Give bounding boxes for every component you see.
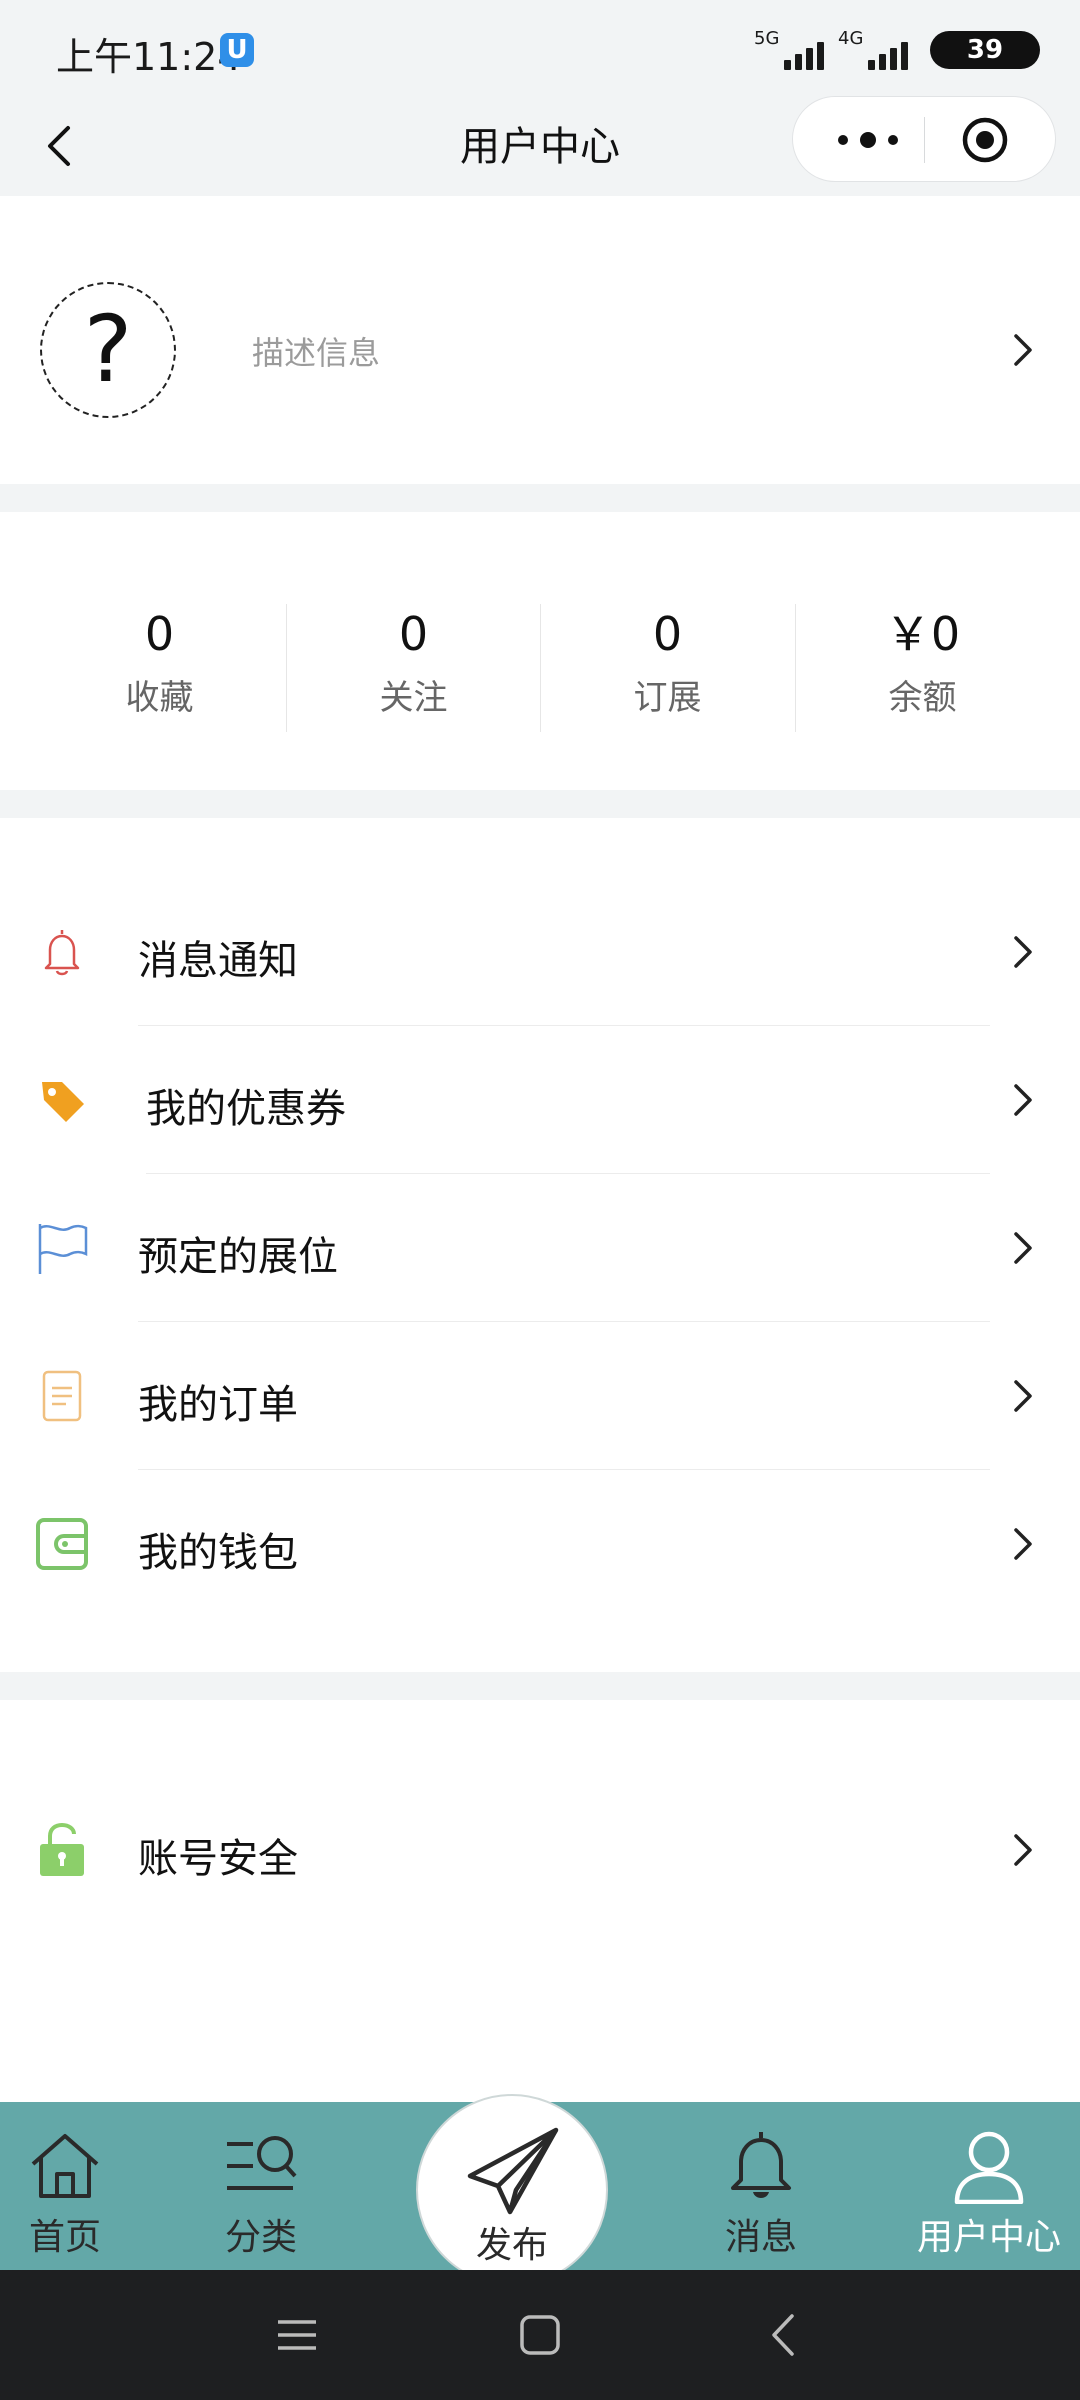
stats-card: 0 收藏 0 关注 0 订展 ￥0 余额: [0, 512, 1080, 790]
signal-5g-icon: 5G: [754, 28, 828, 72]
menu-label: 我的优惠券: [146, 1086, 346, 1132]
mini-program-capsule: [792, 96, 1056, 182]
menu-item-notifications[interactable]: 消息通知: [0, 878, 1080, 1026]
chevron-right-icon: [1014, 1834, 1032, 1866]
menu-label: 预定的展位: [138, 1234, 338, 1280]
lock-icon: [40, 1822, 84, 1876]
tab-label: 消息: [724, 2217, 797, 2258]
stat-label: 收藏: [125, 678, 194, 718]
profile-description: 描述信息: [252, 334, 381, 372]
document-icon: [42, 1370, 82, 1422]
stat-value: 0: [144, 607, 175, 661]
stat-favorites[interactable]: 0 收藏: [32, 604, 287, 719]
stat-following[interactable]: 0 关注: [286, 604, 541, 719]
system-navigation-bar: [0, 2270, 1080, 2400]
menu-item-orders[interactable]: 我的订单: [0, 1322, 1080, 1470]
tab-messages[interactable]: 消息: [696, 2102, 826, 2270]
menu-label: 账号安全: [138, 1836, 298, 1882]
tab-label: 分类: [224, 2217, 297, 2258]
menu-icon[interactable]: [272, 2310, 322, 2360]
stat-label: 余额: [888, 678, 957, 718]
stat-value: 0: [398, 607, 429, 661]
status-time: 上午11:24: [56, 35, 242, 79]
tab-label: 发布: [475, 2225, 548, 2266]
tab-label: 用户中心: [916, 2217, 1061, 2258]
avatar[interactable]: ?: [40, 282, 176, 418]
back-icon[interactable]: [760, 2310, 810, 2360]
tab-home[interactable]: 首页: [0, 2102, 130, 2270]
stat-label: 订展: [633, 678, 702, 718]
network-type-label: 4G: [838, 28, 864, 49]
menu-item-account-security[interactable]: 账号安全: [0, 1776, 1080, 1924]
chevron-right-icon: [1014, 1232, 1032, 1264]
signal-4g-icon: 4G: [838, 28, 912, 72]
target-close-icon[interactable]: [961, 116, 1009, 164]
tab-label: 首页: [28, 2217, 101, 2258]
status-signals: 5G 4G 39: [754, 28, 1040, 72]
stat-value: ￥0: [884, 607, 961, 661]
chevron-right-icon: [1014, 1380, 1032, 1412]
chevron-right-icon: [1014, 1084, 1032, 1116]
flag-icon: [38, 1224, 88, 1274]
bell-icon: [44, 930, 80, 976]
stat-value: 0: [652, 607, 683, 661]
app-notification-icon: U: [220, 33, 254, 67]
tab-publish[interactable]: 发布: [416, 2094, 608, 2286]
capsule-divider: [924, 117, 925, 163]
wallet-icon: [36, 1518, 88, 1570]
chevron-right-icon: [1014, 334, 1032, 366]
tag-icon: [42, 1082, 84, 1122]
battery-indicator: 39: [930, 31, 1040, 69]
chevron-right-icon: [1014, 936, 1032, 968]
menu-card: 消息通知 我的优惠券 预定的展位 我的订单 我的钱包: [0, 818, 1080, 1672]
status-bar: 上午11:24 U 5G 4G 39: [0, 0, 1080, 96]
network-type-label: 5G: [754, 28, 780, 49]
menu-label: 我的钱包: [138, 1530, 298, 1576]
paper-plane-icon: [467, 2127, 559, 2215]
menu-label: 我的订单: [138, 1382, 298, 1428]
menu-item-booked-booths[interactable]: 预定的展位: [0, 1174, 1080, 1322]
tab-user-center[interactable]: 用户中心: [908, 2102, 1070, 2270]
stat-balance[interactable]: ￥0 余额: [795, 604, 1050, 719]
stat-label: 关注: [379, 678, 448, 718]
security-card: 账号安全: [0, 1700, 1080, 2102]
home-square-icon[interactable]: [515, 2310, 565, 2360]
home-icon: [31, 2134, 99, 2198]
chevron-right-icon: [1014, 1528, 1032, 1560]
user-icon: [954, 2131, 1024, 2204]
stat-booked-exhibitions[interactable]: 0 订展: [540, 604, 795, 719]
profile-card[interactable]: ? 描述信息: [0, 196, 1080, 484]
category-search-icon: [227, 2136, 297, 2190]
menu-item-wallet[interactable]: 我的钱包: [0, 1470, 1080, 1618]
more-dots-icon[interactable]: [823, 97, 913, 183]
nav-bar: 用户中心: [0, 96, 1080, 196]
tab-category[interactable]: 分类: [196, 2102, 326, 2270]
bell-icon: [731, 2132, 791, 2198]
menu-label: 消息通知: [138, 938, 298, 984]
menu-item-coupons[interactable]: 我的优惠券: [0, 1026, 1080, 1174]
